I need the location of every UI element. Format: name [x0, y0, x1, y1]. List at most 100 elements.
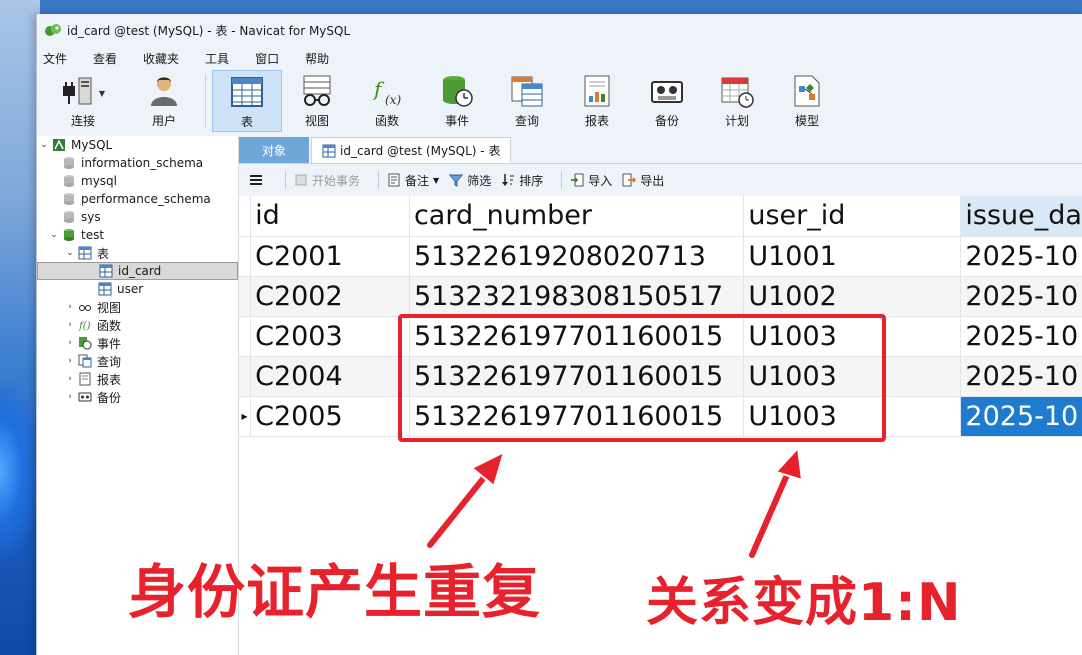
- duplicate-highlight-box: [398, 314, 886, 442]
- cell-issue-date[interactable]: 2025-10: [960, 356, 1082, 397]
- toolbar-model-button[interactable]: 模型: [772, 70, 842, 132]
- menu-file[interactable]: 文件: [41, 50, 79, 67]
- row-marker[interactable]: [239, 316, 252, 357]
- tree-db-sys[interactable]: sys: [37, 208, 238, 226]
- toolbar-backup-button[interactable]: 备份: [632, 70, 702, 132]
- tree-db-mysql[interactable]: mysql: [37, 172, 238, 190]
- tree-group-label: 事件: [97, 336, 122, 351]
- menu-tools[interactable]: 工具: [203, 50, 241, 67]
- toolbar-view-label: 视图: [304, 114, 329, 128]
- toolbar-table-button[interactable]: 表: [212, 70, 282, 132]
- column-header-issue-date[interactable]: issue_da: [960, 196, 1082, 237]
- note-label: 备注: [405, 173, 430, 188]
- chevron-down-icon[interactable]: ⌄: [39, 140, 49, 150]
- filter-button[interactable]: 筛选: [449, 172, 491, 189]
- cell-issue-date[interactable]: 2025-10: [960, 236, 1082, 277]
- cell-issue-date[interactable]: 2025-10: [960, 276, 1082, 317]
- tree-group-backups[interactable]: › 备份: [37, 388, 238, 406]
- toolbar-query-button[interactable]: 查询: [492, 70, 562, 132]
- table-icon: [322, 144, 336, 157]
- tree-group-views[interactable]: › 视图: [37, 298, 238, 316]
- tree-table-id-card[interactable]: id_card: [37, 262, 238, 280]
- current-row-caret-icon[interactable]: ▸: [239, 396, 252, 437]
- tab-id-card-table[interactable]: id_card @test (MySQL) - 表: [311, 137, 512, 163]
- export-button[interactable]: 导出: [622, 172, 664, 189]
- toolbar-backup-label: 备份: [654, 114, 679, 128]
- toolbar-user-button[interactable]: 用户: [129, 70, 199, 132]
- tree-table-label: user: [117, 282, 144, 296]
- cell-id[interactable]: C2002: [250, 276, 410, 317]
- row-marker[interactable]: [239, 236, 252, 277]
- cell-id[interactable]: C2005: [250, 396, 410, 437]
- tree-table-user[interactable]: user: [37, 280, 238, 298]
- cell-id[interactable]: C2001: [250, 236, 410, 277]
- toolbar-report-button[interactable]: 报表: [562, 70, 632, 132]
- window-title: id_card @test (MySQL) - 表 - Navicat for …: [67, 23, 351, 38]
- tree-db-label: sys: [81, 210, 101, 224]
- tree-group-events[interactable]: › 事件: [37, 334, 238, 352]
- tree-group-tables[interactable]: ⌄ 表: [37, 244, 238, 262]
- tree-db-test[interactable]: ⌄ test: [37, 226, 238, 244]
- chevron-right-icon[interactable]: ›: [65, 374, 75, 384]
- tree-group-label: 表: [97, 246, 110, 261]
- tree-group-reports[interactable]: › 报表: [37, 370, 238, 388]
- toolbar-separator: [285, 171, 286, 189]
- toolbar-view-button[interactable]: 视图: [282, 70, 352, 132]
- column-header-user-id[interactable]: user_id: [743, 196, 962, 237]
- tree-connection-mysql[interactable]: ⌄ MySQL: [37, 136, 238, 154]
- chevron-right-icon[interactable]: ›: [65, 320, 75, 330]
- cell-issue-date[interactable]: 2025-10: [960, 316, 1082, 357]
- tree-group-label: 备份: [97, 390, 122, 405]
- toolbar-function-button[interactable]: f (x) 函数: [352, 70, 422, 132]
- menu-favorites[interactable]: 收藏夹: [141, 50, 191, 67]
- tab-objects[interactable]: 对象: [239, 137, 309, 163]
- toolbar-model-label: 模型: [794, 114, 819, 128]
- tree-group-queries[interactable]: › 查询: [37, 352, 238, 370]
- row-marker-header: [239, 196, 252, 237]
- tree-db-performance-schema[interactable]: performance_schema: [37, 190, 238, 208]
- chevron-right-icon[interactable]: ›: [65, 302, 75, 312]
- sort-button[interactable]: 排序: [501, 172, 543, 189]
- begin-transaction-button[interactable]: 开始事务: [294, 172, 360, 189]
- import-icon: [571, 173, 584, 187]
- table-header-row: id card_number user_id issue_da: [239, 196, 1082, 237]
- toolbar-event-button[interactable]: 事件: [422, 70, 492, 132]
- tree-group-functions[interactable]: › f() 函数: [37, 316, 238, 334]
- tree-connection-label: MySQL: [71, 138, 113, 152]
- column-header-card-number[interactable]: card_number: [409, 196, 745, 237]
- query-icon: [511, 76, 543, 107]
- tree-db-information-schema[interactable]: information_schema: [37, 154, 238, 172]
- hamburger-menu-button[interactable]: [249, 173, 267, 187]
- cell-id[interactable]: C2003: [250, 316, 410, 357]
- cell-user-id[interactable]: U1002: [743, 276, 962, 317]
- chevron-right-icon[interactable]: ›: [65, 338, 75, 348]
- chevron-right-icon[interactable]: ›: [65, 356, 75, 366]
- table-row[interactable]: C2002 51323219830815051​7 U1002 2025-10: [239, 276, 1082, 317]
- toolbar-function-label: 函数: [374, 114, 399, 128]
- toolbar-connection-button[interactable]: ▼ 连接: [37, 70, 129, 132]
- toolbar-separator: [205, 74, 206, 128]
- row-marker[interactable]: [239, 356, 252, 397]
- chevron-right-icon[interactable]: ›: [65, 392, 75, 402]
- begin-transaction-label: 开始事务: [312, 173, 361, 188]
- chevron-down-icon[interactable]: ▼: [99, 89, 105, 98]
- toolbar-schedule-button[interactable]: 计划: [702, 70, 772, 132]
- cell-user-id[interactable]: U1001: [743, 236, 962, 277]
- menu-help[interactable]: 帮助: [303, 50, 341, 67]
- cell-issue-date-selected[interactable]: 2025-10: [960, 396, 1082, 437]
- chevron-down-icon[interactable]: ⌄: [65, 248, 75, 258]
- table-row[interactable]: C2001 51322619208020713 U1001 2025-10: [239, 236, 1082, 277]
- menu-view[interactable]: 查看: [91, 50, 129, 67]
- cell-id[interactable]: C2004: [250, 356, 410, 397]
- row-marker[interactable]: [239, 276, 252, 317]
- menu-window[interactable]: 窗口: [253, 50, 291, 67]
- connection-plug-icon: [62, 77, 92, 105]
- column-header-id[interactable]: id: [250, 196, 410, 237]
- import-button[interactable]: 导入: [570, 172, 612, 189]
- note-button[interactable]: 备注 ▼: [387, 172, 439, 189]
- filter-funnel-icon: [449, 174, 464, 187]
- chevron-down-icon[interactable]: ⌄: [49, 230, 59, 240]
- chevron-down-icon[interactable]: ▼: [433, 176, 439, 185]
- cell-card-number[interactable]: 51322619208020713: [409, 236, 745, 277]
- cell-card-number[interactable]: 51323219830815051​7: [409, 276, 745, 317]
